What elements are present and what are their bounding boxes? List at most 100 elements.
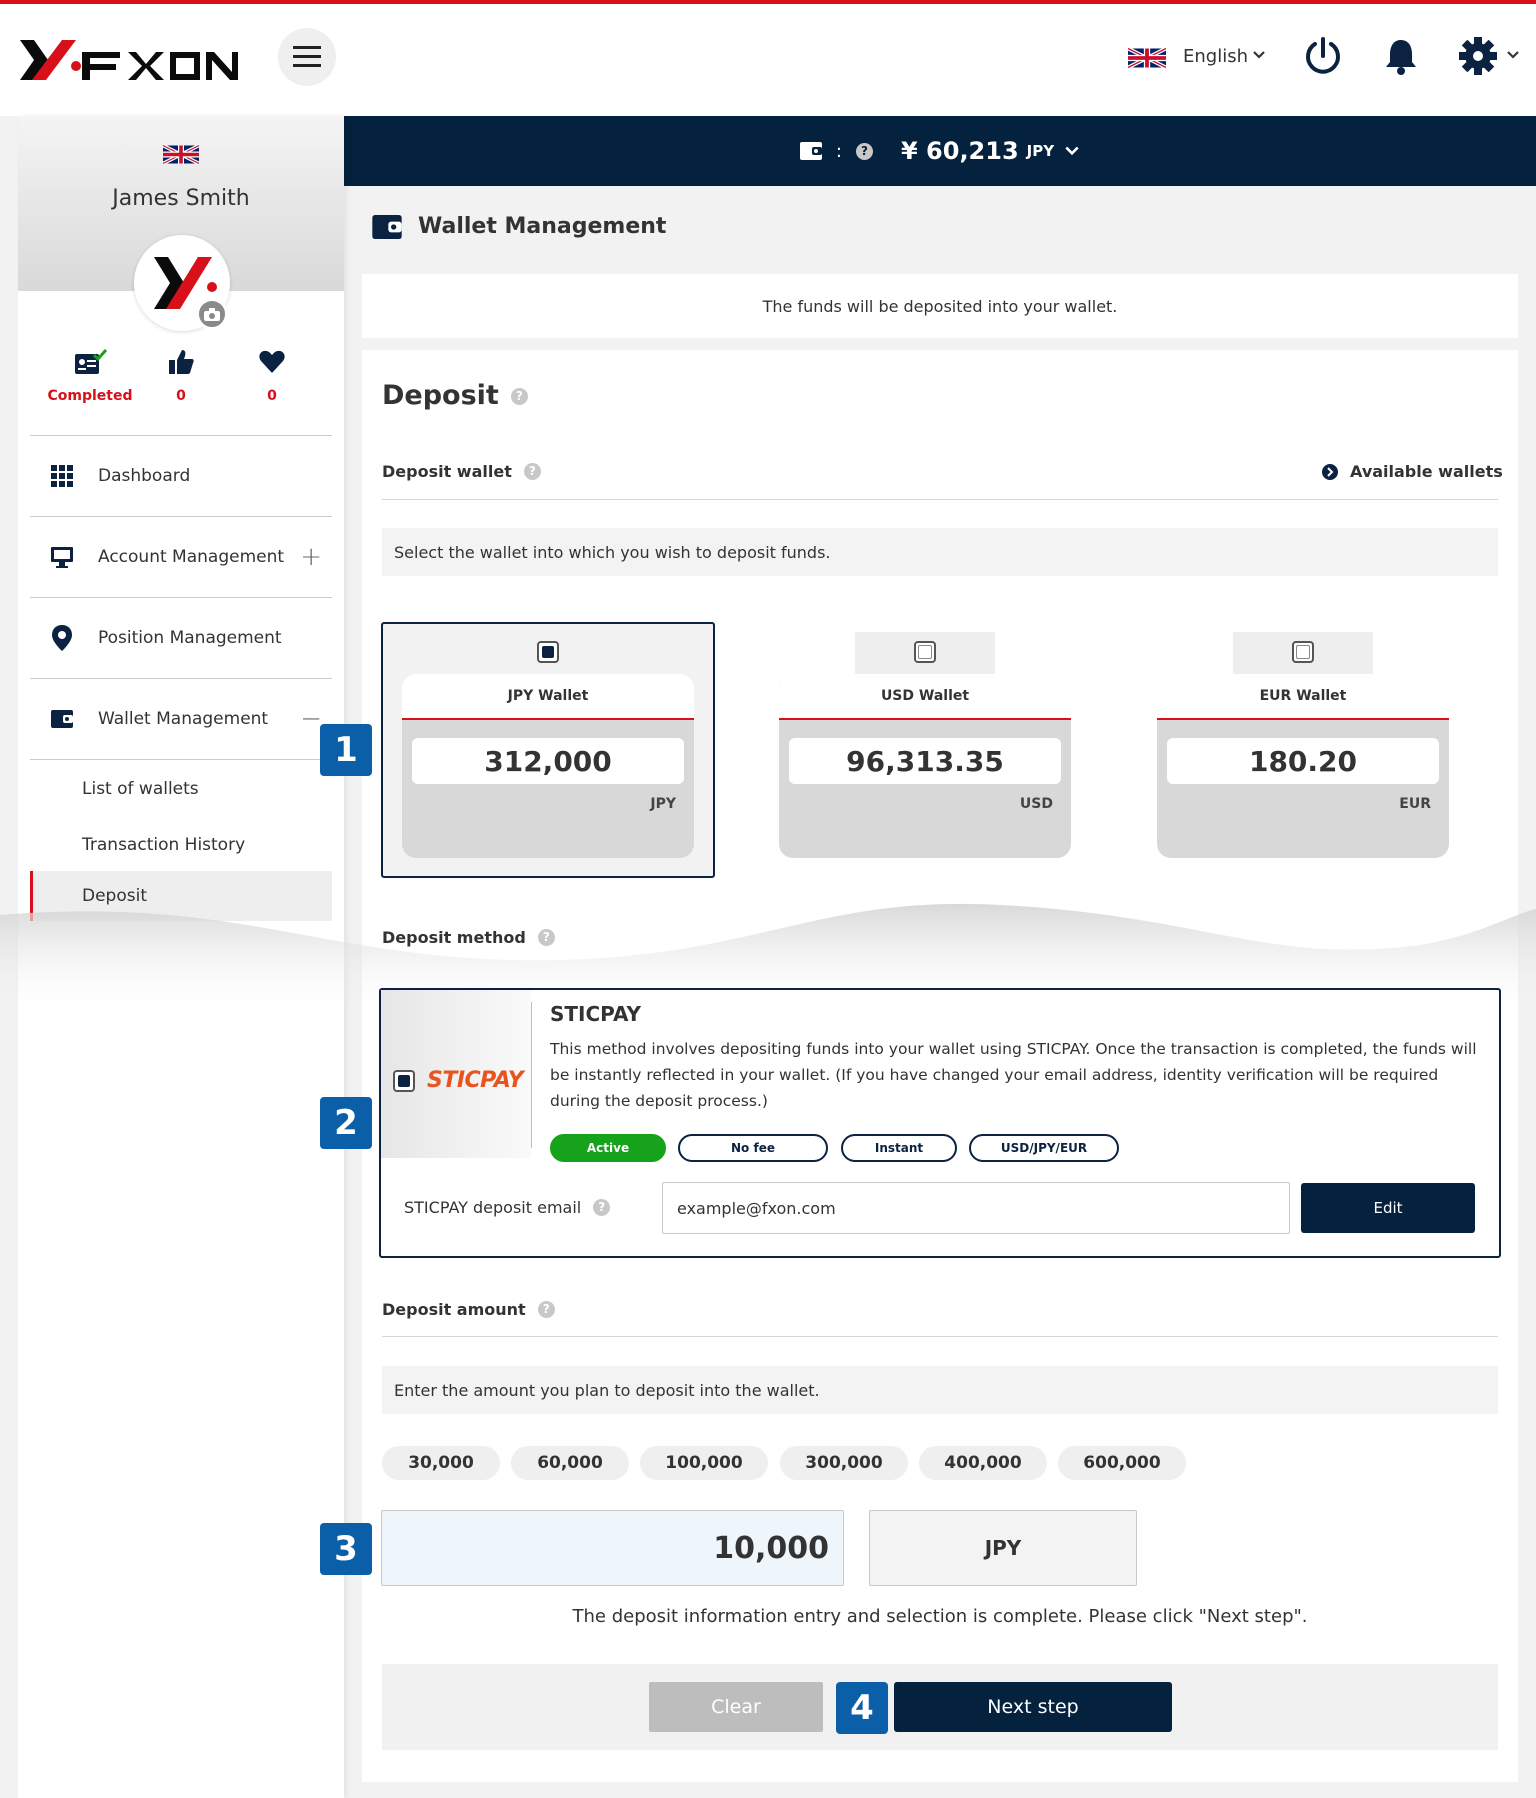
deposit-method-heading: Deposit method? bbox=[382, 928, 555, 947]
help-icon[interactable]: ? bbox=[523, 463, 541, 480]
thumbs-up-icon bbox=[169, 350, 194, 374]
page-header: Wallet Management bbox=[372, 214, 666, 239]
wallet-radio-usd[interactable] bbox=[914, 641, 936, 663]
fxon-logo[interactable] bbox=[18, 30, 238, 90]
deposit-amount-heading: Deposit amount? bbox=[382, 1300, 555, 1319]
edit-email-button[interactable]: Edit bbox=[1301, 1183, 1475, 1233]
balance-currency: JPY bbox=[1026, 142, 1055, 160]
deposit-title-text: Deposit bbox=[382, 380, 499, 411]
preset-amount-button[interactable]: 600,000 bbox=[1058, 1446, 1186, 1480]
wallet-currency: JPY bbox=[650, 796, 676, 812]
deposit-method-card-sticpay[interactable]: STICPAY STICPAY This method involves dep… bbox=[379, 988, 1501, 1258]
method-radio-sticpay[interactable] bbox=[393, 1070, 415, 1092]
step-marker-1: 1 bbox=[320, 724, 372, 776]
sidebar-subitem-transaction-history[interactable]: Transaction History bbox=[30, 820, 332, 870]
currency-display: JPY bbox=[869, 1510, 1137, 1586]
wallet-name: USD Wallet bbox=[779, 674, 1071, 720]
verification-status[interactable]: Completed bbox=[45, 348, 135, 404]
sidebar-item-label: Wallet Management bbox=[98, 709, 269, 729]
wallet-card-eur[interactable]: EUR Wallet 180.20 EUR bbox=[1157, 674, 1449, 858]
wallet-balance: 96,313.35 bbox=[789, 738, 1061, 784]
deposit-title: Deposit? bbox=[382, 380, 528, 411]
collapse-icon[interactable]: − bbox=[300, 704, 322, 734]
power-icon[interactable] bbox=[1304, 36, 1342, 76]
balance-separator: : bbox=[835, 140, 842, 162]
step-marker-2: 2 bbox=[320, 1097, 372, 1149]
method-description: This method involves depositing funds in… bbox=[550, 1040, 1477, 1110]
help-icon[interactable]: ? bbox=[537, 929, 555, 946]
clear-button[interactable]: Clear bbox=[649, 1682, 823, 1732]
hamburger-icon bbox=[293, 46, 321, 67]
monitor-icon bbox=[51, 547, 73, 568]
page-title: Wallet Management bbox=[418, 214, 667, 239]
bell-icon[interactable] bbox=[1384, 36, 1418, 76]
sticpay-email-input[interactable]: example@fxon.com bbox=[662, 1182, 1290, 1234]
section-label: Deposit amount bbox=[382, 1300, 526, 1319]
section-label: Deposit wallet bbox=[382, 462, 512, 481]
tag-no-fee: No fee bbox=[678, 1134, 828, 1162]
deposit-notice: The funds will be deposited into your wa… bbox=[362, 274, 1518, 338]
link-label: Available wallets bbox=[1350, 462, 1503, 481]
user-name: James Smith bbox=[112, 186, 250, 211]
wallet-card-jpy[interactable]: JPY Wallet 312,000 JPY bbox=[402, 674, 694, 858]
preset-amount-button[interactable]: 60,000 bbox=[511, 1446, 629, 1480]
wallet-name: JPY Wallet bbox=[402, 674, 694, 720]
preset-amount-button[interactable]: 300,000 bbox=[780, 1446, 908, 1480]
menu-toggle-button[interactable] bbox=[278, 28, 336, 86]
balance-bar[interactable]: : ? ¥ 60,213 JPY bbox=[344, 116, 1536, 186]
sidebar-item-label: Account Management bbox=[98, 547, 285, 567]
deposit-wallet-heading: Deposit wallet? bbox=[382, 462, 541, 481]
divider bbox=[382, 1336, 1498, 1337]
tag-instant: Instant bbox=[841, 1134, 957, 1162]
chevron-down-icon[interactable] bbox=[1252, 48, 1266, 62]
chevron-down-icon[interactable] bbox=[1506, 48, 1520, 62]
sidebar-subitem-list-of-wallets[interactable]: List of wallets bbox=[30, 764, 332, 814]
expand-icon[interactable]: + bbox=[300, 542, 322, 572]
sidebar-item-account-management[interactable]: Account Management + bbox=[30, 517, 332, 597]
chevron-circle-right-icon bbox=[1322, 463, 1338, 480]
camera-icon[interactable] bbox=[196, 298, 228, 330]
sidebar-item-position-management[interactable]: Position Management bbox=[30, 598, 332, 678]
balance-amount: ¥ 60,213 bbox=[900, 137, 1019, 165]
grid-icon bbox=[51, 465, 73, 487]
gear-icon[interactable] bbox=[1458, 36, 1498, 76]
help-icon[interactable]: ? bbox=[593, 1199, 611, 1216]
deposit-amount-input[interactable]: 10,000 bbox=[381, 1510, 844, 1586]
divider bbox=[30, 759, 332, 760]
preset-amount-button[interactable]: 400,000 bbox=[919, 1446, 1047, 1480]
help-icon[interactable]: ? bbox=[855, 142, 873, 160]
email-label-text: STICPAY deposit email bbox=[404, 1198, 582, 1217]
sidebar-item-dashboard[interactable]: Dashboard bbox=[30, 436, 332, 516]
wallet-radio-jpy[interactable] bbox=[537, 641, 559, 663]
help-icon[interactable]: ? bbox=[537, 1301, 555, 1318]
section-label: Deposit method bbox=[382, 928, 526, 947]
step-marker-4: 4 bbox=[836, 1682, 888, 1734]
completion-message: The deposit information entry and select… bbox=[572, 1606, 1308, 1627]
wallet-radio-eur[interactable] bbox=[1292, 641, 1314, 663]
language-selector[interactable]: English bbox=[1183, 46, 1248, 67]
wallet-balance: 180.20 bbox=[1167, 738, 1439, 784]
sidebar-item-wallet-management[interactable]: Wallet Management − bbox=[30, 679, 332, 759]
divider bbox=[382, 499, 1498, 500]
chevron-down-icon[interactable] bbox=[1064, 143, 1080, 159]
amount-hint: Enter the amount you plan to deposit int… bbox=[382, 1366, 1498, 1414]
stat-label: 0 bbox=[176, 388, 186, 404]
wallet-icon bbox=[799, 142, 822, 160]
wallet-currency: EUR bbox=[1399, 796, 1431, 812]
preset-amount-button[interactable]: 100,000 bbox=[640, 1446, 768, 1480]
available-wallets-link[interactable]: Available wallets bbox=[1322, 462, 1503, 481]
wallet-currency: USD bbox=[1019, 796, 1053, 812]
next-step-button[interactable]: Next step bbox=[894, 1682, 1172, 1732]
sticpay-logo: STICPAY bbox=[427, 1068, 524, 1093]
heart-icon bbox=[259, 350, 285, 373]
wallet-name: EUR Wallet bbox=[1157, 674, 1449, 720]
help-icon[interactable]: ? bbox=[510, 388, 528, 405]
step-marker-3: 3 bbox=[320, 1523, 372, 1575]
wallet-hint: Select the wallet into which you wish to… bbox=[382, 528, 1498, 576]
favorites-count[interactable]: 0 bbox=[227, 348, 317, 404]
tag-active: Active bbox=[550, 1134, 666, 1162]
likes-count[interactable]: 0 bbox=[136, 348, 226, 404]
preset-amount-button[interactable]: 30,000 bbox=[382, 1446, 500, 1480]
wallet-card-usd[interactable]: USD Wallet 96,313.35 USD bbox=[779, 674, 1071, 858]
map-pin-icon bbox=[52, 625, 72, 651]
